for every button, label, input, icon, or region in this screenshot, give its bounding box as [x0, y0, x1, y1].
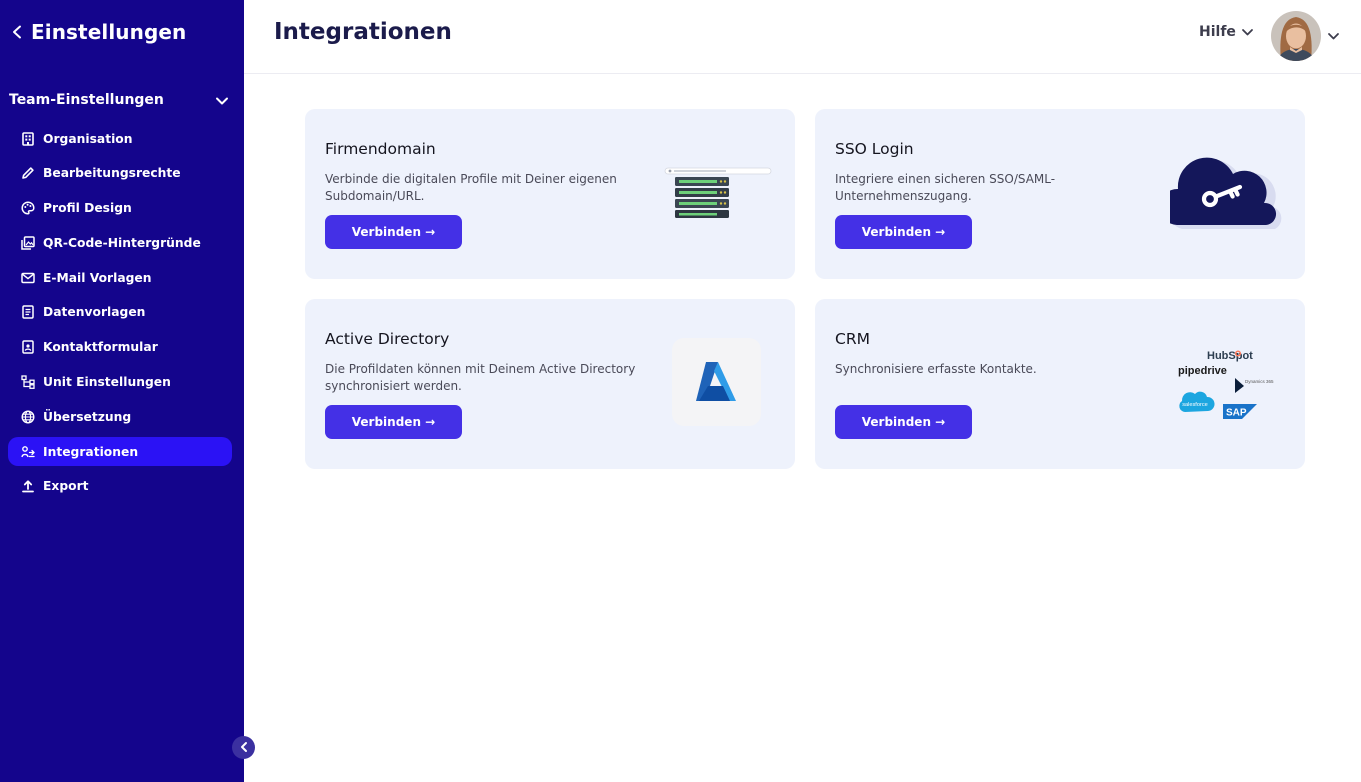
sap-logo: SAP — [1223, 404, 1257, 419]
settings-title: Einstellungen — [31, 20, 187, 44]
back-button[interactable]: Einstellungen — [8, 20, 186, 44]
palette-icon — [20, 200, 36, 216]
card-description: Synchronisiere erfasste Kontakte. — [835, 362, 1037, 376]
sidebar-item-qr-code-hintergruende[interactable]: QR-Code-Hintergründe — [8, 228, 232, 257]
sidebar-item-integrationen[interactable]: Integrationen — [8, 437, 232, 467]
team-settings-toggle[interactable]: Team-Einstellungen — [9, 88, 229, 112]
page-title: Integrationen — [274, 19, 452, 45]
sidebar-item-datenvorlagen[interactable]: Datenvorlagen — [8, 298, 232, 327]
avatar — [1271, 11, 1321, 61]
sidebar-item-label: E-Mail Vorlagen — [43, 270, 152, 285]
page-header: Integrationen Hilfe — [244, 0, 1361, 74]
settings-nav: Organisation Bearbeitungsrechte Profil D… — [8, 124, 232, 507]
card-title: Active Directory — [325, 330, 450, 348]
sidebar-item-label: Export — [43, 479, 89, 494]
chevron-down-icon — [215, 91, 229, 110]
sidebar-item-label: Profil Design — [43, 201, 132, 216]
card-firmendomain: Firmendomain Verbinde die digitalen Prof… — [305, 109, 795, 279]
server-icon — [663, 167, 775, 223]
connect-crm-button[interactable]: Verbinden → — [835, 405, 972, 439]
card-crm: CRM Synchronisiere erfasste Kontakte. Ve… — [815, 299, 1305, 469]
sidebar-item-profil-design[interactable]: Profil Design — [8, 194, 232, 223]
chevron-left-icon — [8, 20, 26, 44]
sidebar-item-label: QR-Code-Hintergründe — [43, 235, 201, 250]
svg-text:SAP: SAP — [1226, 408, 1247, 419]
card-description: Die Profildaten können mit Deinem Active… — [325, 362, 636, 393]
azure-logo — [672, 338, 761, 430]
building-icon — [20, 131, 36, 147]
pencil-icon — [20, 165, 36, 181]
help-menu-button[interactable]: Hilfe — [1199, 24, 1254, 40]
card-description: Verbinde die digitalen Profile mit Deine… — [325, 172, 617, 203]
card-title: Firmendomain — [325, 140, 436, 158]
card-title: CRM — [835, 330, 870, 348]
integration-icon — [20, 444, 36, 460]
sidebar-item-label: Organisation — [43, 131, 133, 146]
sidebar-item-label: Integrationen — [43, 444, 139, 459]
document-icon — [20, 304, 36, 320]
mail-icon — [20, 270, 36, 286]
sidebar-item-email-vorlagen[interactable]: E-Mail Vorlagen — [8, 263, 232, 292]
contact-form-icon — [20, 339, 36, 355]
hubspot-logo: HubSpot — [1207, 350, 1253, 362]
chevron-down-icon — [1241, 28, 1254, 37]
sidebar-item-label: Kontaktformular — [43, 340, 158, 355]
connect-sso-button[interactable]: Verbinden → — [835, 215, 972, 249]
help-label: Hilfe — [1199, 24, 1236, 40]
sidebar: Einstellungen Team-Einstellungen Organis… — [0, 0, 244, 782]
dynamics-logo: Dynamics 365 — [1245, 379, 1274, 384]
sidebar-item-uebersetzung[interactable]: Übersetzung — [8, 402, 232, 431]
images-icon — [20, 235, 36, 251]
sidebar-item-label: Unit Einstellungen — [43, 375, 171, 390]
svg-text:salesforce: salesforce — [1182, 402, 1208, 408]
chevron-down-icon — [1327, 32, 1340, 41]
globe-icon — [20, 409, 36, 425]
pipedrive-logo: pipedrive — [1178, 365, 1227, 377]
card-title: SSO Login — [835, 140, 914, 158]
connect-active-directory-button[interactable]: Verbinden → — [325, 405, 462, 439]
card-description: Integriere einen sicheren SSO/SAML-Unter… — [835, 172, 1056, 203]
upload-icon — [20, 478, 36, 494]
sidebar-item-label: Datenvorlagen — [43, 305, 146, 320]
dynamics-icon — [1235, 378, 1244, 393]
sidebar-item-label: Bearbeitungsrechte — [43, 166, 181, 181]
crm-logos: HubSpot pipedrive Dynamics 365 salesforc… — [1175, 345, 1285, 429]
card-active-directory: Active Directory Die Profildaten können … — [305, 299, 795, 469]
section-title: Team-Einstellungen — [9, 92, 164, 108]
sidebar-item-organisation[interactable]: Organisation — [8, 124, 232, 153]
sidebar-item-label: Übersetzung — [43, 409, 132, 424]
sidebar-item-unit-einstellungen[interactable]: Unit Einstellungen — [8, 368, 232, 397]
hierarchy-icon — [20, 374, 36, 390]
card-sso-login: SSO Login Integriere einen sicheren SSO/… — [815, 109, 1305, 279]
cloud-key-icon — [1159, 155, 1288, 237]
salesforce-logo: salesforce — [1179, 391, 1215, 412]
user-menu-button[interactable] — [1271, 11, 1340, 61]
connect-firmendomain-button[interactable]: Verbinden → — [325, 215, 462, 249]
sidebar-item-export[interactable]: Export — [8, 472, 232, 501]
sidebar-item-bearbeitungsrechte[interactable]: Bearbeitungsrechte — [8, 159, 232, 188]
chevron-left-icon — [239, 738, 249, 757]
collapse-sidebar-button[interactable] — [232, 736, 255, 759]
sidebar-item-kontaktformular[interactable]: Kontaktformular — [8, 333, 232, 362]
